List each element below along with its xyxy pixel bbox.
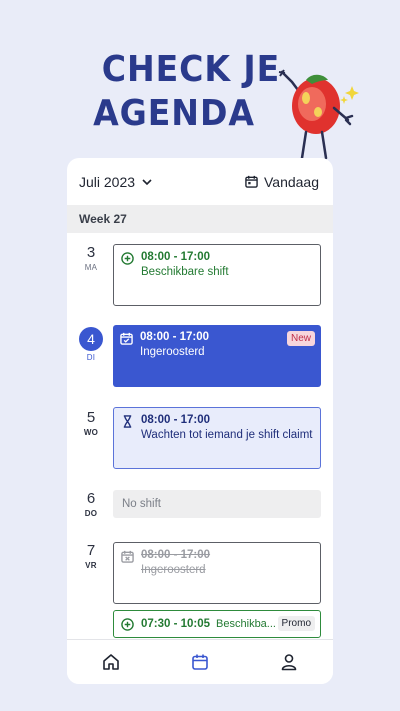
add-circle-icon <box>121 252 134 265</box>
new-badge: New <box>286 331 315 346</box>
shift-time: 08:00 - 17:00 <box>141 549 211 561</box>
today-label: Vandaag <box>263 173 319 190</box>
calendar-icon <box>245 175 258 188</box>
tab-calendar[interactable] <box>180 642 220 682</box>
profile-icon <box>281 654 296 671</box>
day-number: 5 <box>86 409 96 426</box>
agenda-topbar: Juli 2023 Vandaag <box>67 158 333 205</box>
shift-card-promo[interactable]: 07:30 - 10:05 Beschikba... Promo <box>113 610 321 638</box>
day-number: 3 <box>86 244 96 261</box>
shift-label: Beschikba... <box>216 618 276 630</box>
shift-time: 08:00 - 17:00 <box>140 331 210 343</box>
shift-card-scheduled[interactable]: 08:00 - 17:00 Ingeroosterd New <box>113 325 321 387</box>
day-label: 3 MA <box>77 244 105 272</box>
chevron-down-icon <box>142 178 152 185</box>
calendar-check-icon <box>120 332 133 345</box>
day-label: 6 DO <box>77 490 105 518</box>
home-icon <box>103 654 120 670</box>
day-name: VR <box>85 561 97 570</box>
day-label: 7 VR <box>77 542 105 570</box>
day-label: 5 WO <box>77 409 105 437</box>
month-label: Juli 2023 <box>79 173 136 190</box>
bottom-tab-bar <box>67 639 333 684</box>
shift-time: 07:30 - 10:05 <box>141 618 211 630</box>
shift-label: Ingeroosterd <box>140 346 205 358</box>
month-selector[interactable]: Juli 2023 <box>79 174 153 190</box>
day-name: DI <box>86 353 96 362</box>
shift-card-available[interactable]: 08:00 - 17:00 Beschikbare shift <box>113 244 321 306</box>
agenda-card: Juli 2023 Vandaag Week 27 3 MA 08:00 - 1… <box>67 158 333 684</box>
day-number: 6 <box>86 490 96 507</box>
day-name: WO <box>83 428 99 437</box>
day-name: MA <box>84 263 98 272</box>
shift-label: Wachten tot iemand je shift claimt <box>141 429 313 441</box>
week-header: Week 27 <box>67 205 333 233</box>
shift-label: Ingeroosterd <box>141 564 206 576</box>
hourglass-icon <box>123 415 132 428</box>
today-button[interactable]: Vandaag <box>245 174 319 190</box>
add-circle-icon <box>121 617 134 631</box>
tomato-mascot-illustration <box>278 69 359 160</box>
day-number: 7 <box>86 542 96 559</box>
shift-time: 08:00 - 17:00 <box>141 414 211 426</box>
day-label: 4 DI <box>77 327 105 362</box>
no-shift-placeholder: No shift <box>113 490 321 518</box>
day-name: DO <box>84 509 98 518</box>
promo-badge: Promo <box>277 616 315 631</box>
shift-label: Beschikbare shift <box>141 266 229 278</box>
tab-profile[interactable] <box>269 642 309 682</box>
day-number-today: 4 <box>79 327 103 351</box>
tab-home[interactable] <box>91 642 131 682</box>
shift-card-waiting[interactable]: 08:00 - 17:00 Wachten tot iemand je shif… <box>113 407 321 469</box>
calendar-icon <box>192 654 208 670</box>
calendar-cancel-icon <box>121 550 134 563</box>
shift-time: 08:00 - 17:00 <box>141 251 211 263</box>
shift-card-cancelled[interactable]: 08:00 - 17:00 Ingeroosterd <box>113 542 321 604</box>
